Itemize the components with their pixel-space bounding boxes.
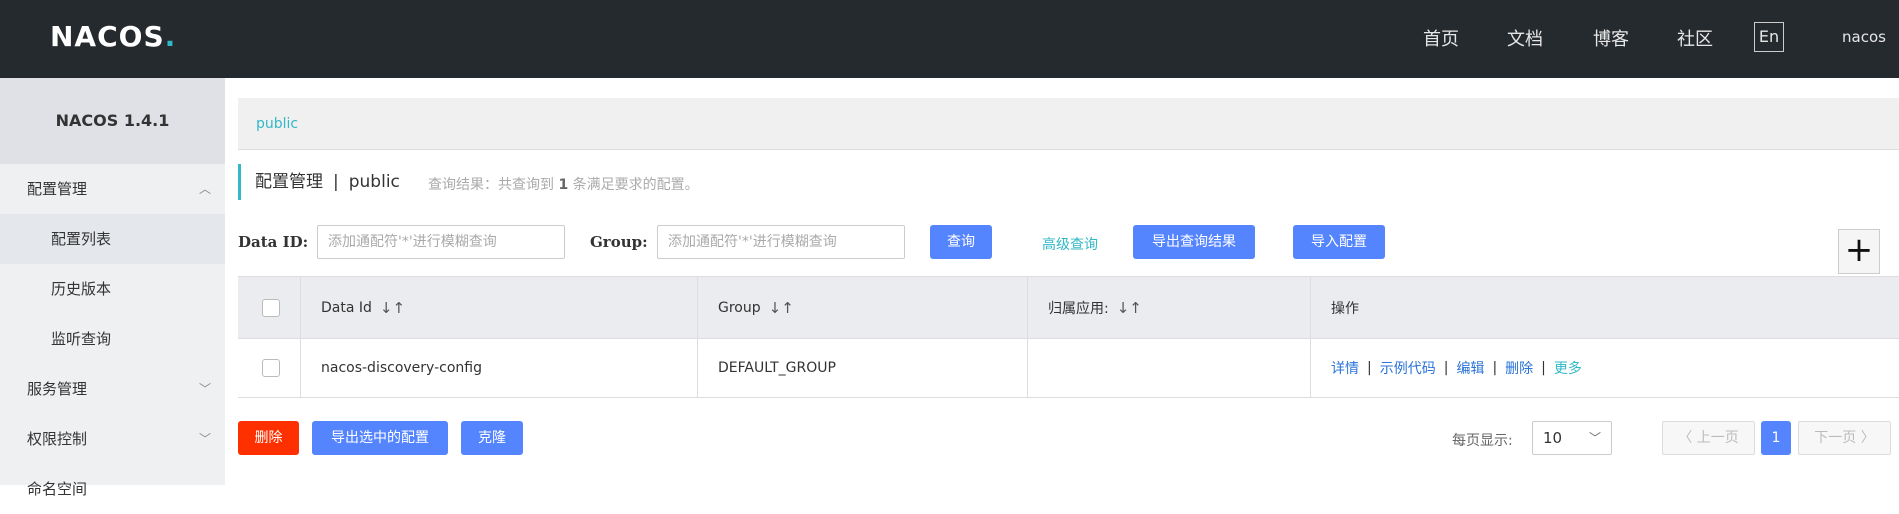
page-size-select[interactable]: 10 ﹀ <box>1532 421 1612 455</box>
sidebar-item-history[interactable]: 历史版本 <box>0 264 225 314</box>
user-menu[interactable]: nacos <box>1842 28 1886 46</box>
cell-group: DEFAULT_GROUP <box>698 339 1028 397</box>
sort-icon[interactable]: ↓↑ <box>380 299 405 317</box>
sidebar-item-listener[interactable]: 监听查询 <box>0 314 225 364</box>
add-config-button[interactable]: + <box>1838 229 1880 274</box>
nav-docs[interactable]: 文档 <box>1507 25 1543 51</box>
details-link[interactable]: 详情 <box>1331 358 1359 378</box>
advanced-query-link[interactable]: 高级查询 <box>1042 234 1098 254</box>
page-size-label: 每页显示: <box>1452 433 1513 449</box>
data-id-input[interactable]: 添加通配符'*'进行模糊查询 <box>317 225 565 259</box>
top-header: NACOS. 首页 文档 博客 社区 En nacos <box>0 0 1899 78</box>
column-group[interactable]: Group ↓↑ <box>698 277 1028 338</box>
nav-community[interactable]: 社区 <box>1677 25 1713 51</box>
select-all-checkbox[interactable] <box>262 298 280 317</box>
cell-operations: 详情 | 示例代码 | 编辑 | 删除 | 更多 <box>1331 358 1582 378</box>
namespace-public[interactable]: public <box>256 116 298 132</box>
cell-app <box>1028 339 1311 397</box>
chevron-up-icon: ︿ <box>198 182 211 196</box>
chevron-down-icon: ﹀ <box>198 382 211 396</box>
query-result-hint: 查询结果：共查询到 1 条满足要求的配置。 <box>428 177 699 193</box>
next-page-button[interactable]: 下一页 〉 <box>1798 421 1891 455</box>
table-row: nacos-discovery-config DEFAULT_GROUP 详情 |… <box>238 339 1899 398</box>
sort-icon[interactable]: ↓↑ <box>769 299 794 317</box>
nav-home[interactable]: 首页 <box>1423 25 1459 51</box>
delete-selected-button[interactable]: 删除 <box>238 421 299 455</box>
table-header: Data Id ↓↑ Group ↓↑ 归属应用: ↓↑ 操作 <box>238 277 1899 339</box>
page-title: 配置管理 | public <box>238 164 400 200</box>
export-query-button[interactable]: 导出查询结果 <box>1133 225 1255 259</box>
export-selected-button[interactable]: 导出选中的配置 <box>312 421 448 455</box>
more-link[interactable]: 更多 <box>1554 358 1582 378</box>
clone-button[interactable]: 克隆 <box>461 421 523 455</box>
import-config-button[interactable]: 导入配置 <box>1293 225 1385 259</box>
sidebar-group-service[interactable]: 服务管理 ﹀ <box>0 364 225 414</box>
column-data-id[interactable]: Data Id ↓↑ <box>301 277 698 338</box>
edit-link[interactable]: 编辑 <box>1456 358 1484 378</box>
cell-data-id: nacos-discovery-config <box>301 339 698 397</box>
namespace-bar: public <box>238 98 1899 150</box>
language-toggle-button[interactable]: En <box>1754 22 1784 52</box>
nav-blog[interactable]: 博客 <box>1593 25 1629 51</box>
sort-icon[interactable]: ↓↑ <box>1117 299 1142 317</box>
prev-page-button[interactable]: 〈 上一页 <box>1662 421 1755 455</box>
column-app[interactable]: 归属应用: ↓↑ <box>1028 277 1311 338</box>
nacos-logo[interactable]: NACOS. <box>50 20 176 53</box>
sidebar-item-config-list[interactable]: 配置列表 <box>0 214 225 264</box>
chevron-right-icon: 〉 <box>1860 430 1875 446</box>
query-button[interactable]: 查询 <box>930 225 992 259</box>
chevron-down-icon: ﹀ <box>198 432 211 446</box>
version-label: NACOS 1.4.1 <box>0 78 225 164</box>
column-operations: 操作 <box>1331 300 1359 317</box>
group-label: Group: <box>590 233 648 251</box>
chevron-down-icon: ﹀ <box>1588 431 1601 445</box>
current-page[interactable]: 1 <box>1761 421 1791 455</box>
row-checkbox[interactable] <box>262 359 280 377</box>
sample-code-link[interactable]: 示例代码 <box>1380 358 1436 378</box>
group-input[interactable]: 添加通配符'*'进行模糊查询 <box>657 225 905 259</box>
config-table: Data Id ↓↑ Group ↓↑ 归属应用: ↓↑ 操作 nacos-disco… <box>238 276 1899 398</box>
sidebar-group-auth[interactable]: 权限控制 ﹀ <box>0 414 225 464</box>
delete-link[interactable]: 删除 <box>1505 358 1533 378</box>
sidebar-group-namespace[interactable]: 命名空间 <box>0 464 225 514</box>
sidebar: NACOS 1.4.1 配置管理 ︿ 配置列表 历史版本 监听查询 服务管理 ﹀ 权… <box>0 78 225 498</box>
chevron-left-icon: 〈 <box>1678 430 1693 446</box>
data-id-label: Data ID: <box>238 233 309 251</box>
sidebar-group-config[interactable]: 配置管理 ︿ <box>0 164 225 214</box>
